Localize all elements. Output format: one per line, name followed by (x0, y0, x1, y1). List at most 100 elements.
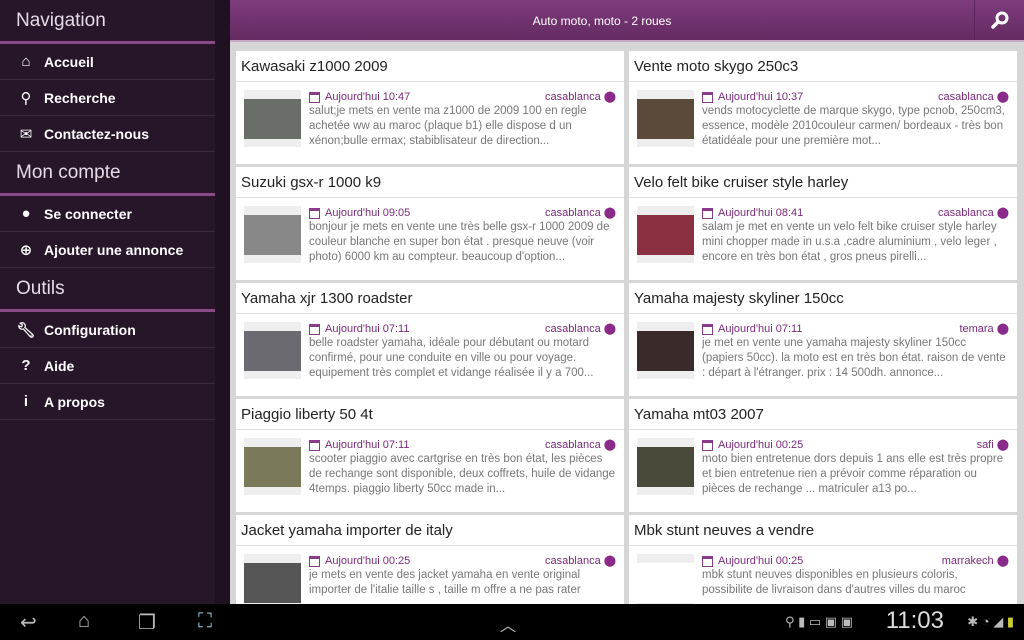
calendar-icon (309, 555, 320, 567)
mail-icon: ✉ (19, 125, 33, 143)
sidebar-item-label: Aide (44, 357, 75, 374)
listing-city: casablanca (938, 91, 994, 103)
back-icon[interactable]: ↩ (20, 610, 37, 635)
listing-city: casablanca (938, 207, 994, 219)
listing-card[interactable]: Velo felt bike cruiser style harley Aujo… (629, 167, 1017, 280)
listing-title: Yamaha majesty skyliner 150cc (629, 283, 1017, 314)
listing-thumbnail (244, 322, 301, 379)
listing-title: Mbk stunt neuves a vendre (629, 515, 1017, 546)
listing-thumbnail (637, 554, 694, 611)
search-button[interactable] (974, 0, 1024, 40)
listing-city: casablanca (545, 555, 601, 567)
listing-date: Aujourd'hui 00:25 (718, 439, 804, 451)
calendar-icon (309, 323, 320, 335)
listing-description: scooter piaggio avec cartgrise en très b… (309, 453, 616, 495)
listing-thumbnail (637, 322, 694, 379)
sidebar-item-aide[interactable]: ? Aide (0, 348, 215, 384)
listing-card[interactable]: Suzuki gsx-r 1000 k9 Aujourd'hui 09:05 c… (236, 167, 624, 280)
sidebar-section-title: Outils (0, 268, 215, 312)
sidebar-item-accueil[interactable]: ⌂ Accueil (0, 44, 215, 80)
listing-title: Piaggio liberty 50 4t (236, 399, 624, 430)
sidebar-item-ajouter-une-annonce[interactable]: ⊕ Ajouter une annonce (0, 232, 215, 268)
listing-date: Aujourd'hui 10:47 (325, 91, 411, 103)
listing-card[interactable]: Yamaha majesty skyliner 150cc Aujourd'hu… (629, 283, 1017, 396)
calendar-icon (309, 91, 320, 103)
listing-title: Jacket yamaha importer de italy (236, 515, 624, 546)
sidebar-item-label: Recherche (44, 89, 116, 106)
listing-card[interactable]: Yamaha mt03 2007 Aujourd'hui 00:25 safi ⬤… (629, 399, 1017, 512)
recent-apps-icon[interactable]: ❐ (138, 610, 156, 635)
listing-title: Kawasaki z1000 2009 (236, 51, 624, 82)
listing-city: casablanca (545, 91, 601, 103)
calendar-icon (702, 555, 713, 567)
action-bar: Auto moto, moto - 2 roues (230, 0, 1024, 42)
sidebar-item-recherche[interactable]: ⚲ Recherche (0, 80, 215, 116)
listing-title: Velo felt bike cruiser style harley (629, 167, 1017, 198)
listing-thumbnail (244, 206, 301, 263)
search-icon (990, 11, 1008, 29)
listing-city: casablanca (545, 323, 601, 335)
sidebar-item-label: Ajouter une annonce (44, 241, 184, 258)
listing-thumbnail (244, 438, 301, 495)
sidebar-section-title: Mon compte (0, 152, 215, 196)
listing-date: Aujourd'hui 07:11 (325, 439, 410, 451)
listing-thumbnail (244, 554, 301, 611)
listing-card[interactable]: Vente moto skygo 250c3 Aujourd'hui 10:37… (629, 51, 1017, 164)
listing-title: Yamaha mt03 2007 (629, 399, 1017, 430)
sidebar-section-title: Navigation (0, 0, 215, 44)
sidebar-item-a-propos[interactable]: i A propos (0, 384, 215, 420)
status-icons: ✱ ◔ ◢ ▮ (967, 614, 1014, 629)
listing-city: casablanca (545, 207, 601, 219)
plus-circle-icon: ⊕ (19, 241, 33, 259)
listing-card[interactable]: Yamaha xjr 1300 roadster Aujourd'hui 07:… (236, 283, 624, 396)
home-icon: ⌂ (21, 53, 31, 70)
user-icon: ● (21, 205, 31, 222)
sidebar-item-label: A propos (44, 393, 105, 410)
notification-icons: ⚲ ▮ ▭ ▣ ▣ (785, 614, 853, 629)
sidebar-item-label: Accueil (44, 53, 94, 70)
location-pin-icon: ⬤ (603, 323, 616, 335)
page-title: Auto moto, moto - 2 roues (532, 14, 672, 28)
location-pin-icon: ⬤ (996, 439, 1009, 451)
listing-city: temara (959, 323, 994, 335)
listing-title: Yamaha xjr 1300 roadster (236, 283, 624, 314)
listing-thumbnail (244, 90, 301, 147)
sidebar-item-se-connecter[interactable]: ● Se connecter (0, 196, 215, 232)
listing-thumbnail (637, 438, 694, 495)
calendar-icon (702, 323, 713, 335)
listing-thumbnail (637, 206, 694, 263)
location-pin-icon: ⬤ (603, 207, 616, 219)
screenshot-icon[interactable]: ⛶ (198, 610, 212, 633)
help-icon: ? (21, 357, 31, 374)
calendar-icon (702, 207, 713, 219)
listing-city: safi (976, 439, 994, 451)
location-pin-icon: ⬤ (996, 91, 1009, 103)
clock: 11:03 (885, 607, 944, 634)
calendar-icon (702, 91, 713, 103)
location-pin-icon: ⬤ (603, 91, 616, 103)
listing-description: vends motocyclette de marque skygo, type… (702, 105, 1005, 147)
wrench-icon: 🔧︎ (16, 321, 36, 339)
location-pin-icon: ⬤ (996, 555, 1009, 567)
listing-title: Suzuki gsx-r 1000 k9 (236, 167, 624, 198)
navigation-drawer: Navigation ⌂ Accueil ⚲ Recherche ✉ Contactez-n… (0, 0, 230, 604)
sidebar-item-configuration[interactable]: 🔧︎ Configuration (0, 312, 215, 348)
listing-description: salut;je mets en vente ma z1000 de 2009 … (309, 105, 587, 147)
listing-date: Aujourd'hui 00:25 (718, 555, 804, 567)
listing-card[interactable]: Kawasaki z1000 2009 Aujourd'hui 10:47 ca… (236, 51, 624, 164)
listing-description: belle roadster yamaha, idéale pour début… (309, 337, 594, 379)
calendar-icon (702, 439, 713, 451)
chevron-up-icon[interactable]: ︿ (500, 612, 516, 636)
location-pin-icon: ⬤ (603, 555, 616, 567)
listing-description: bonjour je mets en vente une très belle … (309, 221, 610, 263)
home-button-icon[interactable]: ⌂ (78, 610, 90, 633)
sidebar-item-label: Contactez-nous (44, 125, 149, 142)
listing-description: salam je met en vente un velo felt bike … (702, 221, 997, 263)
listing-title: Vente moto skygo 250c3 (629, 51, 1017, 82)
listing-description: moto bien entretenue dors depuis 1 ans e… (702, 453, 1004, 495)
location-pin-icon: ⬤ (996, 207, 1009, 219)
calendar-icon (309, 439, 320, 451)
listing-card[interactable]: Piaggio liberty 50 4t Aujourd'hui 07:11 … (236, 399, 624, 512)
sidebar-item-contactez-nous[interactable]: ✉ Contactez-nous (0, 116, 215, 152)
location-pin-icon: ⬤ (603, 439, 616, 451)
